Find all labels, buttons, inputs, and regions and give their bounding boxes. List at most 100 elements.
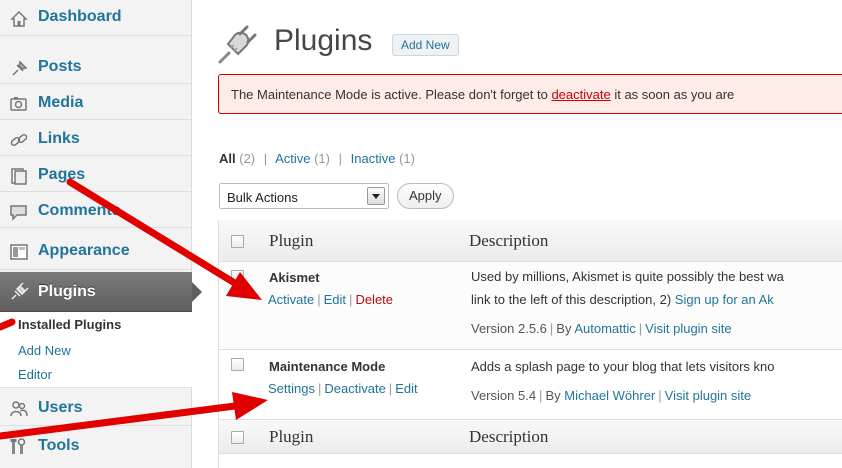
- sidebar-item-label: Links: [38, 130, 80, 147]
- sidebar-item-appearance[interactable]: Appearance: [0, 234, 192, 270]
- column-footer-plugin[interactable]: Plugin: [269, 427, 313, 447]
- filter-active[interactable]: Active: [275, 151, 310, 166]
- row-checkbox[interactable]: [231, 270, 244, 283]
- admin-sidebar: Dashboard Posts Media Links Pages Commen…: [0, 0, 202, 468]
- chevron-down-icon[interactable]: [367, 187, 385, 205]
- sidebar-item-label: Comments: [38, 202, 121, 219]
- sidebar-item-label: Tools: [38, 437, 80, 454]
- by-label: By: [545, 388, 565, 403]
- plugin-meta: Version 5.4 | By Michael Wöhrer | Visit plug…: [471, 388, 751, 403]
- sidebar-item-links[interactable]: Links: [0, 124, 192, 156]
- settings-link[interactable]: Settings: [268, 381, 315, 396]
- add-new-button[interactable]: Add New: [392, 34, 459, 56]
- notice-text-after: it as soon as you are: [610, 87, 735, 102]
- sidebar-item-pages[interactable]: Pages: [0, 160, 192, 192]
- filter-inactive-count: (1): [399, 151, 415, 166]
- sidebar-item-media[interactable]: Media: [0, 88, 192, 120]
- maintenance-notice: The Maintenance Mode is active. Please d…: [218, 74, 842, 114]
- sidebar-item-dashboard[interactable]: Dashboard: [0, 0, 192, 36]
- column-header-plugin[interactable]: Plugin: [269, 231, 313, 251]
- plugin-meta: Version 2.5.6 | By Automattic | Visit plugin…: [471, 321, 732, 336]
- separator: |: [263, 151, 268, 166]
- sidebar-item-tools[interactable]: Tools: [0, 430, 192, 468]
- sidebar-item-label: Posts: [38, 58, 82, 75]
- plug-icon: [11, 282, 29, 300]
- table-row: Akismet Activate | Edit | Delete Used by mil…: [219, 262, 842, 350]
- sidebar-item-label: Appearance: [38, 242, 130, 259]
- plugin-version: Version 2.5.6: [471, 321, 547, 336]
- page-title: Plugins: [274, 24, 373, 57]
- separator: |: [317, 381, 322, 396]
- separator: |: [658, 388, 662, 403]
- sidebar-item-label: Pages: [38, 166, 86, 183]
- separator: |: [317, 292, 321, 307]
- select-all-checkbox[interactable]: [231, 431, 244, 444]
- appearance-icon: [10, 244, 28, 260]
- separator: |: [638, 321, 643, 336]
- filter-all-count: (2): [239, 151, 256, 166]
- plugin-name: Maintenance Mode: [269, 359, 386, 374]
- deactivate-link[interactable]: deactivate: [551, 87, 610, 102]
- edit-link[interactable]: Edit: [395, 381, 417, 396]
- sidebar-item-label: Media: [38, 94, 84, 111]
- plug-icon: [218, 25, 257, 64]
- links-icon: [10, 133, 28, 147]
- plugin-site-link[interactable]: Visit plugin site: [645, 321, 731, 336]
- comments-icon: [10, 205, 27, 221]
- plugin-description-line2: link to the left of this description, 2)…: [471, 292, 774, 307]
- sidebar-item-label: Users: [38, 399, 83, 416]
- plugin-status-filters: All (2) | Active (1) | Inactive (1): [219, 151, 415, 166]
- author-link[interactable]: Michael Wöhrer: [564, 388, 655, 403]
- edit-link[interactable]: Edit: [324, 292, 346, 307]
- table-header-row: Plugin Description: [219, 220, 842, 262]
- pin-icon: [12, 60, 28, 76]
- users-icon: [10, 401, 28, 417]
- sidebar-item-label: Dashboard: [38, 8, 122, 25]
- bulk-actions-select[interactable]: Bulk Actions: [219, 183, 389, 209]
- submenu-installed-plugins[interactable]: Installed Plugins: [18, 317, 121, 332]
- tools-icon: [10, 438, 26, 454]
- apply-button[interactable]: Apply: [397, 183, 454, 209]
- activate-link[interactable]: Activate: [268, 292, 314, 307]
- delete-link[interactable]: Delete: [355, 292, 393, 307]
- column-footer-description[interactable]: Description: [469, 427, 548, 447]
- plugin-name: Akismet: [269, 270, 320, 285]
- row-actions: Settings | Deactivate | Edit: [268, 381, 418, 396]
- row-checkbox[interactable]: [231, 358, 244, 371]
- media-icon: [10, 97, 27, 111]
- filter-inactive[interactable]: Inactive: [351, 151, 396, 166]
- signup-link[interactable]: Sign up for an Ak: [675, 292, 774, 307]
- table-footer-row: Plugin Description: [219, 420, 842, 454]
- filter-all[interactable]: All: [219, 151, 236, 166]
- submenu-add-new[interactable]: Add New: [18, 343, 71, 358]
- sidebar-item-users[interactable]: Users: [0, 392, 192, 426]
- sidebar-item-plugins[interactable]: Plugins: [0, 272, 202, 312]
- sidebar-item-posts[interactable]: Posts: [0, 52, 192, 84]
- plugins-table: Plugin Description Akismet Activate | Edit…: [218, 220, 842, 468]
- plugin-version: Version 5.4: [471, 388, 537, 403]
- separator: |: [549, 321, 554, 336]
- dashboard-icon: [10, 10, 28, 27]
- plugin-description: Adds a splash page to your blog that let…: [471, 359, 775, 374]
- current-menu-pointer: [192, 282, 202, 302]
- notice-text-before: The Maintenance Mode is active. Please d…: [231, 87, 552, 102]
- column-header-description[interactable]: Description: [469, 231, 548, 251]
- bulk-actions-selected: Bulk Actions: [227, 190, 298, 205]
- pages-icon: [11, 168, 27, 185]
- author-link[interactable]: Automattic: [574, 321, 635, 336]
- sidebar-item-comments[interactable]: Comments: [0, 196, 192, 228]
- row-actions: Activate | Edit | Delete: [268, 292, 393, 307]
- filter-active-count: (1): [314, 151, 330, 166]
- plugin-site-link[interactable]: Visit plugin site: [665, 388, 751, 403]
- plugins-submenu: Installed Plugins Add New Editor: [0, 312, 192, 388]
- deactivate-link[interactable]: Deactivate: [324, 381, 385, 396]
- submenu-editor[interactable]: Editor: [18, 367, 52, 382]
- table-row: Maintenance Mode Settings | Deactivate | Edi…: [219, 350, 842, 420]
- notice-text: The Maintenance Mode is active. Please d…: [231, 87, 734, 102]
- separator: |: [338, 151, 342, 166]
- description-text: link to the left of this description, 2): [471, 292, 675, 307]
- sidebar-item-label: Plugins: [38, 283, 96, 300]
- separator: |: [388, 381, 393, 396]
- plugin-description: Used by millions, Akismet is quite possi…: [471, 269, 784, 284]
- select-all-checkbox[interactable]: [231, 235, 244, 248]
